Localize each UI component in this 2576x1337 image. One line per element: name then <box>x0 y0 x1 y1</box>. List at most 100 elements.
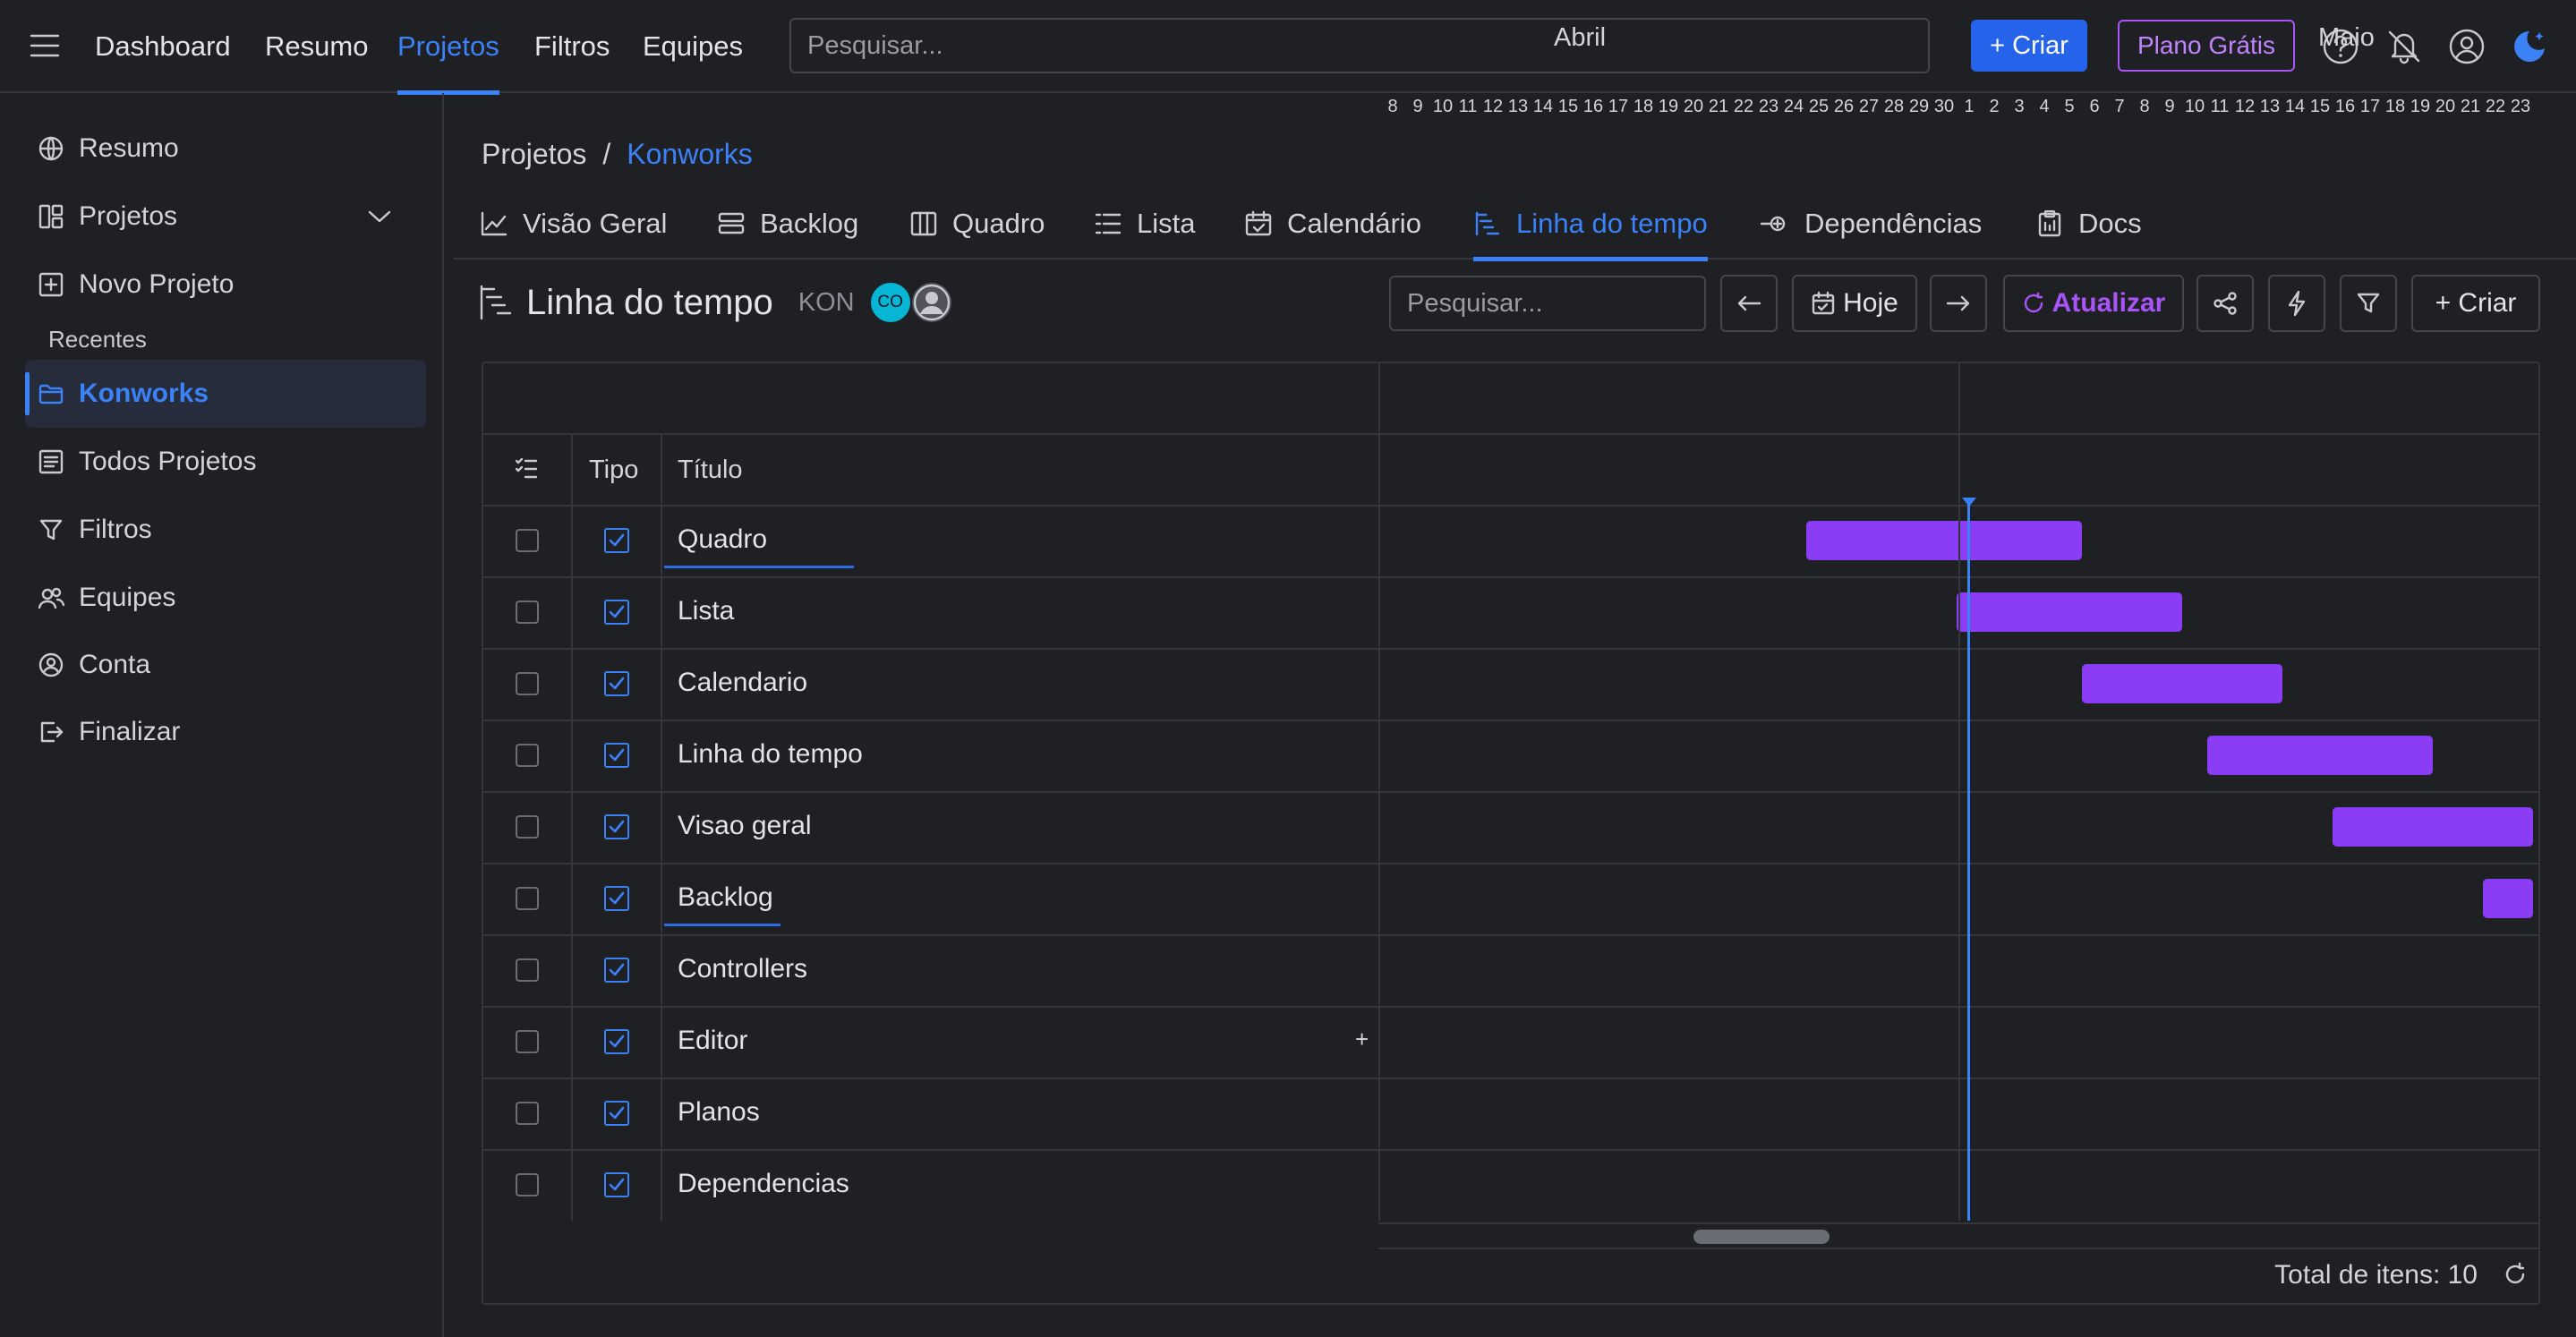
avatar-user-icon[interactable] <box>909 281 953 324</box>
row-select-checkbox[interactable] <box>516 815 539 839</box>
sidebar-item-label: Novo Projeto <box>79 269 235 299</box>
row-select-checkbox[interactable] <box>516 672 539 695</box>
day-label: 24 <box>1783 97 1804 116</box>
task-bar[interactable] <box>2207 736 2433 775</box>
backlog-icon <box>718 212 745 234</box>
day-label: 13 <box>1507 97 1529 116</box>
sidebar-item-label: Finalizar <box>79 717 181 746</box>
task-bar[interactable] <box>1957 592 2182 632</box>
tab-label: Docs <box>2078 208 2142 239</box>
day-label: 8 <box>2139 97 2150 116</box>
tab-visao-geral[interactable]: Visão Geral <box>480 188 667 260</box>
row-select-checkbox[interactable] <box>516 600 539 624</box>
user-icon[interactable] <box>2447 27 2486 66</box>
day-label: 18 <box>1633 97 1654 116</box>
sidebar-item-todos-projetos[interactable]: Todos Projetos <box>25 428 426 496</box>
nav-dashboard[interactable]: Dashboard <box>95 0 231 93</box>
breadcrumb-konworks[interactable]: Konworks <box>627 138 753 171</box>
task-bar[interactable] <box>2333 807 2533 847</box>
scrollbar-thumb[interactable] <box>1693 1230 1830 1244</box>
task-type-icon <box>604 743 629 768</box>
create-button[interactable]: + Criar <box>1971 20 2087 72</box>
row-select-checkbox[interactable] <box>516 1102 539 1125</box>
sidebar-item-konworks[interactable]: Konworks <box>25 360 426 428</box>
timeline-icon <box>1475 211 1500 236</box>
add-row-button[interactable]: + <box>1355 1026 1369 1053</box>
chevron-down-icon[interactable] <box>367 209 392 225</box>
tab-calendario[interactable]: Calendário <box>1244 188 1421 260</box>
share-button[interactable] <box>2196 275 2254 332</box>
tab-quadro[interactable]: Quadro <box>909 188 1045 260</box>
sidebar-item-label: Konworks <box>79 379 209 408</box>
row-select-checkbox[interactable] <box>516 958 539 982</box>
sidebar-item-projetos[interactable]: Projetos <box>25 183 426 251</box>
column-header-tipo[interactable]: Tipo <box>589 456 638 485</box>
sidebar-item-finalizar[interactable]: Finalizar <box>25 698 426 766</box>
automation-button[interactable] <box>2268 275 2325 332</box>
sidebar-item-novo-projeto[interactable]: Novo Projeto <box>25 251 426 319</box>
timeline-search-input[interactable] <box>1389 276 1706 331</box>
day-label: 15 <box>1557 97 1579 116</box>
sidebar-item-conta[interactable]: Conta <box>25 631 426 699</box>
global-search-input[interactable] <box>789 18 1930 73</box>
task-title[interactable]: Backlog <box>678 882 773 913</box>
sidebar-item-resumo[interactable]: Resumo <box>25 115 426 183</box>
nav-equipes[interactable]: Equipes <box>643 0 743 93</box>
task-title[interactable]: Planos <box>678 1097 760 1128</box>
task-bar[interactable] <box>2483 879 2533 918</box>
checklist-icon[interactable] <box>514 456 539 481</box>
refresh-button[interactable]: Atualizar <box>2003 275 2184 332</box>
task-title[interactable]: Editor <box>678 1026 747 1056</box>
task-title[interactable]: Linha do tempo <box>678 739 863 770</box>
tab-dependencias[interactable]: Dependências <box>1760 188 1982 260</box>
sidebar-item-filtros[interactable]: Filtros <box>25 496 426 564</box>
row-select-checkbox[interactable] <box>516 744 539 767</box>
avatar[interactable]: CO <box>868 281 912 324</box>
notifications-off-icon[interactable] <box>2384 27 2424 66</box>
folder-icon <box>38 384 64 405</box>
filter-button[interactable] <box>2340 275 2397 332</box>
project-key: KON <box>798 287 855 317</box>
today-button[interactable]: Hoje <box>1792 275 1917 332</box>
day-label: 2 <box>1989 97 2000 116</box>
task-title[interactable]: Quadro <box>678 524 767 555</box>
row-select-checkbox[interactable] <box>516 887 539 910</box>
sidebar-item-equipes[interactable]: Equipes <box>25 564 426 632</box>
task-title[interactable]: Lista <box>678 596 734 626</box>
tab-linha-do-tempo[interactable]: Linha do tempo <box>1473 188 1708 261</box>
nav-filtros[interactable]: Filtros <box>534 0 610 93</box>
nav-projetos[interactable]: Projetos <box>397 0 499 95</box>
sidebar-item-label: Conta <box>79 650 151 679</box>
task-title[interactable]: Calendario <box>678 668 807 698</box>
nav-resumo[interactable]: Resumo <box>265 0 368 93</box>
column-header-titulo[interactable]: Título <box>678 456 743 485</box>
row-select-checkbox[interactable] <box>516 529 539 552</box>
day-label: 29 <box>1908 97 1930 116</box>
task-title[interactable]: Dependencias <box>678 1169 849 1199</box>
reload-icon[interactable] <box>2503 1262 2528 1287</box>
menu-icon[interactable] <box>29 32 64 61</box>
task-bar[interactable] <box>1806 521 2082 560</box>
day-label: 26 <box>1833 97 1855 116</box>
row-select-checkbox[interactable] <box>516 1030 539 1053</box>
day-label: 25 <box>1808 97 1830 116</box>
title-edit-underline <box>664 924 780 926</box>
previous-button[interactable] <box>1720 275 1778 332</box>
day-label: 11 <box>1458 97 1478 116</box>
day-label: 15 <box>2309 97 2331 116</box>
task-title[interactable]: Controllers <box>678 954 807 984</box>
tab-backlog[interactable]: Backlog <box>717 188 858 260</box>
row-divider <box>482 1149 2540 1151</box>
tab-docs[interactable]: Docs <box>2035 188 2142 260</box>
create-item-button[interactable]: + Criar <box>2411 275 2540 332</box>
breadcrumb-projetos[interactable]: Projetos <box>482 138 586 171</box>
user-circle-icon <box>38 652 64 677</box>
plan-button[interactable]: Plano Grátis <box>2118 20 2295 72</box>
theme-toggle-icon[interactable] <box>2510 27 2549 66</box>
next-button[interactable] <box>1930 275 1987 332</box>
task-title[interactable]: Visao geral <box>678 811 812 841</box>
horizontal-scrollbar[interactable] <box>1378 1222 2540 1249</box>
tab-lista[interactable]: Lista <box>1094 188 1195 260</box>
task-bar[interactable] <box>2082 664 2282 703</box>
row-select-checkbox[interactable] <box>516 1173 539 1196</box>
